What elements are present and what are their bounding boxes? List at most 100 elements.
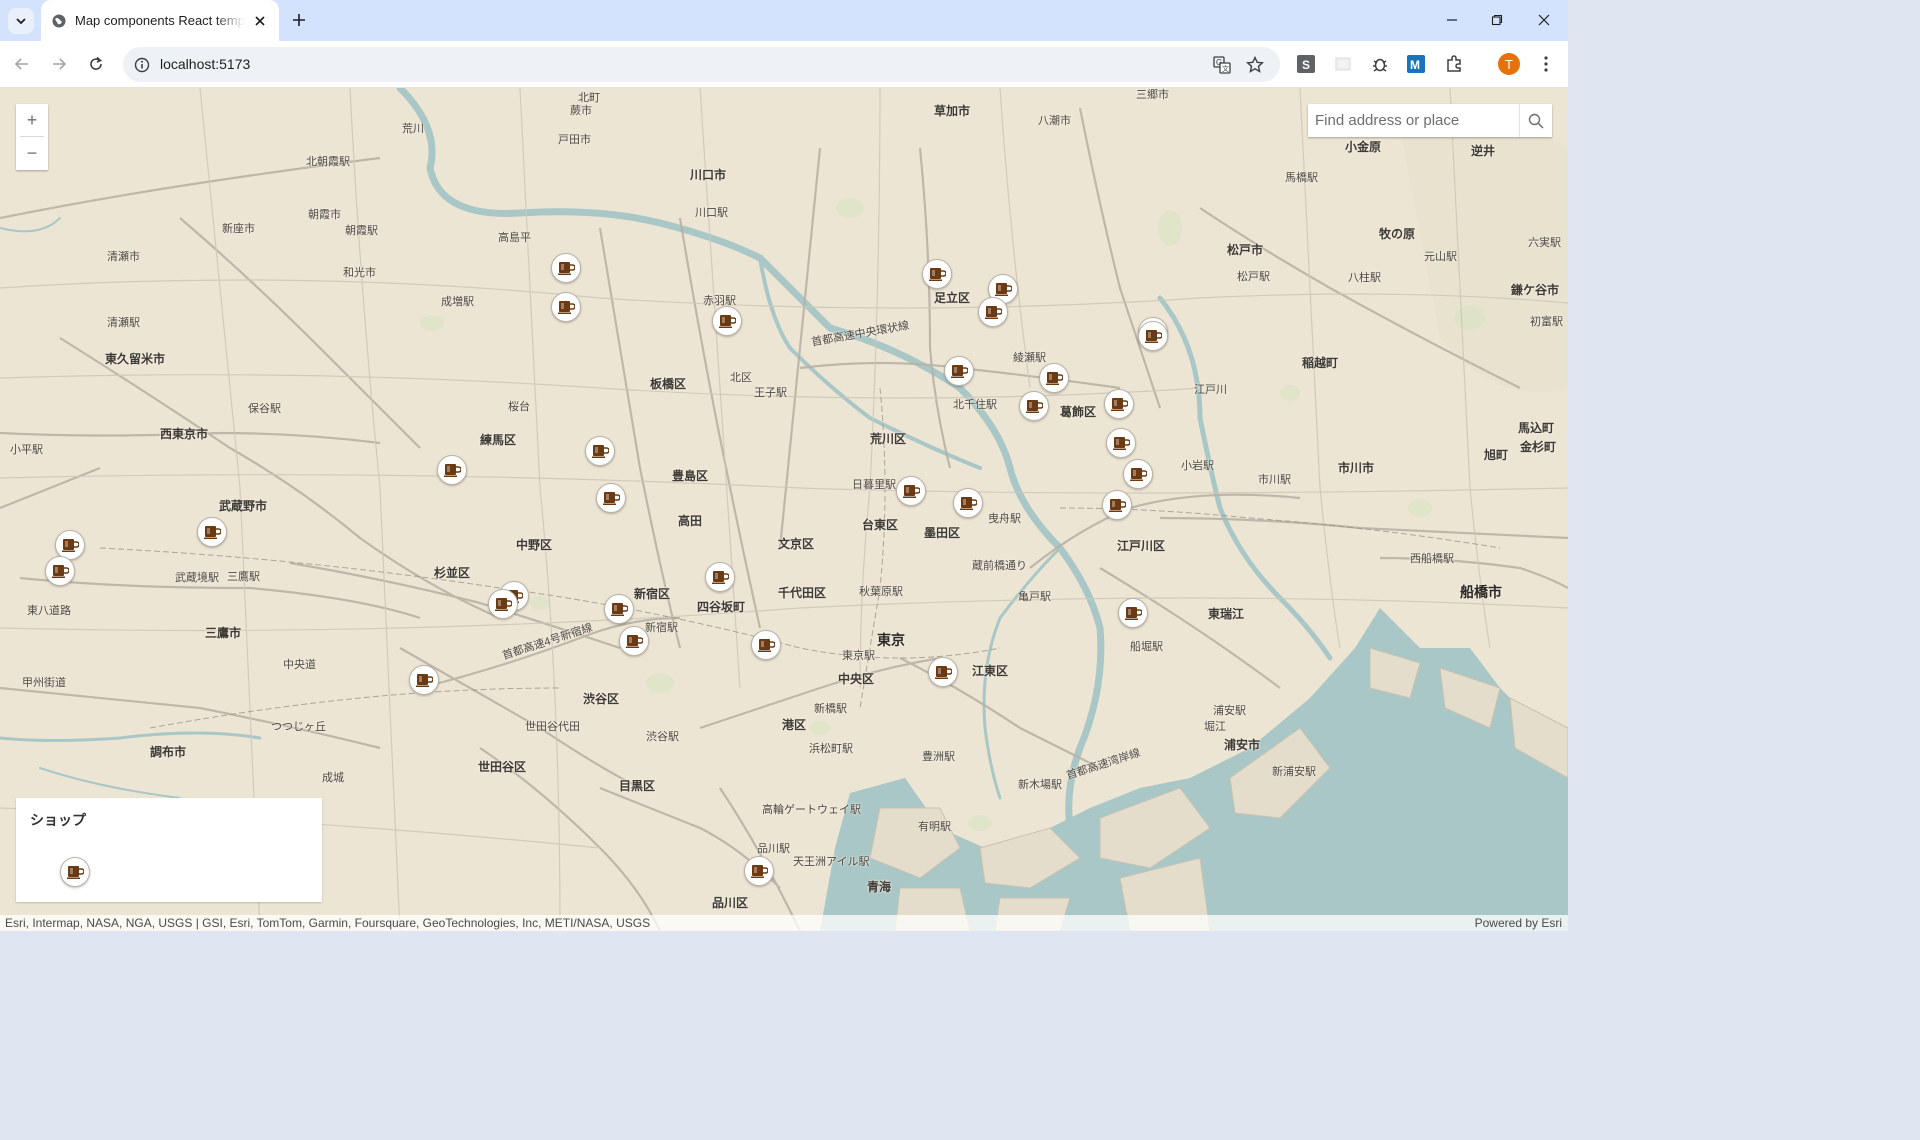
place-label: 松戸市 — [1227, 243, 1264, 257]
shop-marker[interactable] — [896, 476, 926, 506]
place-label: 成城 — [322, 772, 344, 784]
coffee-cup-icon — [610, 601, 628, 617]
search-button[interactable] — [1519, 104, 1552, 137]
place-label: 有明駅 — [918, 821, 951, 833]
place-label: 調布市 — [150, 745, 187, 759]
shop-marker[interactable] — [705, 562, 735, 592]
place-label: 新宿区 — [634, 587, 671, 601]
zoom-in-button[interactable]: + — [16, 104, 48, 136]
shop-marker[interactable] — [551, 292, 581, 322]
extensions-puzzle-icon[interactable] — [1444, 54, 1464, 74]
shop-marker[interactable] — [1102, 490, 1132, 520]
place-label: 浦安市 — [1224, 738, 1261, 752]
shop-marker[interactable] — [1106, 428, 1136, 458]
extension-m-icon[interactable]: M — [1406, 54, 1426, 74]
shop-marker[interactable] — [1104, 389, 1134, 419]
browser-menu-button[interactable] — [1536, 54, 1556, 74]
bookmark-star-icon[interactable] — [1245, 55, 1265, 75]
translate-icon[interactable]: G文 — [1212, 55, 1232, 75]
place-label: 世田谷区 — [478, 760, 527, 774]
shop-marker[interactable] — [596, 483, 626, 513]
shop-marker[interactable] — [1039, 363, 1069, 393]
shop-marker[interactable] — [45, 556, 75, 586]
shop-marker[interactable] — [1118, 598, 1148, 628]
place-label: 足立区 — [934, 291, 971, 305]
browser-toolbar: localhost:5173 G文 S M T — [0, 41, 1568, 88]
place-label: 牧の原 — [1379, 227, 1416, 241]
place-label: 浦安駅 — [1213, 705, 1246, 717]
shop-marker[interactable] — [551, 253, 581, 283]
shop-marker[interactable] — [409, 665, 439, 695]
place-label: 稲越町 — [1302, 356, 1339, 370]
shop-marker[interactable] — [928, 657, 958, 687]
shop-marker[interactable] — [953, 488, 983, 518]
map-view[interactable]: 草加市 八潮市 三郷市 北町 蕨市 戸田市 川口市 川口駅 北朝霞駅 朝霞市 朝… — [0, 88, 1568, 931]
tab-active[interactable]: Map components React template — [41, 0, 279, 41]
place-label: 墨田区 — [924, 526, 961, 540]
profile-avatar[interactable]: T — [1498, 53, 1520, 75]
shop-marker[interactable] — [712, 306, 742, 336]
place-label: 鎌ケ谷市 — [1511, 283, 1560, 297]
close-window-button[interactable] — [1532, 8, 1556, 32]
shop-marker[interactable] — [751, 630, 781, 660]
shop-marker[interactable] — [585, 436, 615, 466]
place-label: 目黒区 — [619, 779, 656, 793]
extension-s-icon[interactable]: S — [1296, 54, 1316, 74]
shop-marker[interactable] — [922, 259, 952, 289]
shop-marker[interactable] — [619, 626, 649, 656]
new-tab-button[interactable] — [287, 8, 311, 32]
place-label: 成増駅 — [441, 296, 474, 308]
place-label: 世田谷代田 — [525, 721, 580, 733]
place-label: 千代田区 — [778, 586, 827, 600]
url-text[interactable]: localhost:5173 — [160, 56, 250, 72]
tab-search-button[interactable] — [8, 8, 34, 34]
place-label: 新座市 — [222, 223, 255, 235]
shop-marker[interactable] — [437, 455, 467, 485]
coffee-cup-icon — [1108, 497, 1126, 513]
attribution-text[interactable]: Esri, Intermap, NASA, NGA, USGS | GSI, E… — [5, 916, 650, 930]
coffee-cup-icon — [757, 637, 775, 653]
coffee-cup-icon — [750, 863, 768, 879]
tab-close-icon[interactable] — [251, 12, 269, 30]
zoom-out-button[interactable]: − — [16, 137, 48, 169]
place-label: 品川駅 — [757, 843, 790, 855]
shop-marker[interactable] — [744, 856, 774, 886]
place-label: 東瑞江 — [1208, 607, 1245, 621]
search-input[interactable] — [1308, 104, 1519, 137]
place-label: 清瀬駅 — [107, 317, 140, 329]
place-label: 初富駅 — [1530, 316, 1563, 328]
place-label: 逆井 — [1471, 144, 1496, 158]
powered-by-esri[interactable]: Powered by Esri — [1475, 916, 1562, 930]
shop-marker[interactable] — [604, 594, 634, 624]
shop-marker[interactable] — [944, 356, 974, 386]
reload-button[interactable] — [84, 52, 108, 76]
place-label: 川口市 — [690, 168, 727, 182]
place-label: 高島平 — [498, 232, 531, 244]
shop-marker[interactable] — [197, 517, 227, 547]
minimize-button[interactable] — [1440, 8, 1464, 32]
restore-button[interactable] — [1485, 8, 1509, 32]
place-label: 八柱駅 — [1348, 272, 1381, 284]
shop-marker[interactable] — [978, 297, 1008, 327]
address-bar[interactable]: localhost:5173 G文 — [123, 47, 1280, 82]
extension-bug-icon[interactable] — [1370, 54, 1390, 74]
place-label: 東久留米市 — [105, 352, 166, 366]
place-label: 練馬区 — [480, 433, 517, 447]
shop-marker[interactable] — [1123, 459, 1153, 489]
coffee-cup-icon — [959, 495, 977, 511]
shop-marker[interactable] — [1138, 321, 1168, 351]
place-label: 渋谷区 — [583, 692, 620, 706]
shop-marker[interactable] — [488, 589, 518, 619]
svg-text:S: S — [1302, 58, 1310, 72]
back-button[interactable] — [10, 52, 34, 76]
shop-marker[interactable] — [1019, 391, 1049, 421]
place-label: 新木場駅 — [1018, 779, 1062, 791]
coffee-cup-icon — [928, 266, 946, 282]
globe-icon — [51, 13, 67, 29]
site-info-icon[interactable] — [133, 56, 151, 74]
place-label: 草加市 — [934, 104, 971, 118]
place-label: 東京 — [877, 632, 905, 648]
place-label: 江戸川 — [1194, 384, 1227, 396]
forward-button[interactable] — [47, 52, 71, 76]
extension-image-icon[interactable] — [1333, 54, 1353, 74]
